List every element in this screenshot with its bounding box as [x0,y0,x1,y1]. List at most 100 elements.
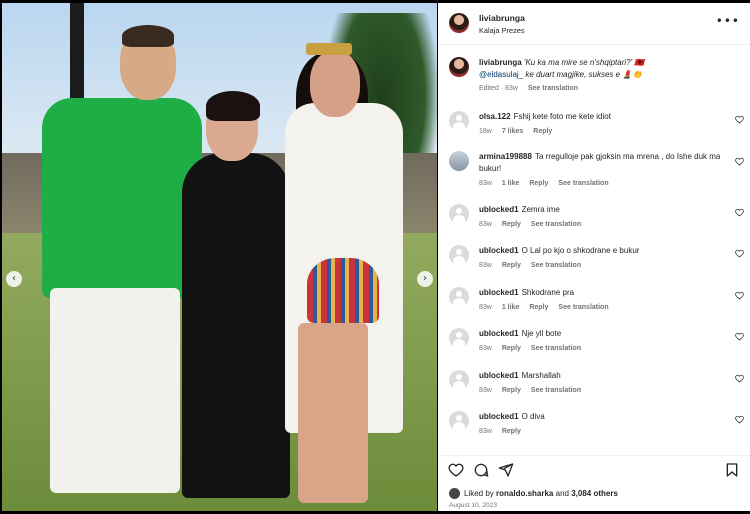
person-bride-legs [298,323,368,503]
comment-avatar[interactable] [449,245,469,265]
comment-likes[interactable]: 1 like [502,304,520,311]
more-horizontal-icon[interactable]: ••• [716,14,740,28]
comment-username[interactable]: ublocked1 [479,246,519,255]
comment-reply[interactable]: Reply [529,180,548,187]
comment-body: O diva [521,412,545,421]
comment-see-translation[interactable]: See translation [558,304,608,311]
comment-username[interactable]: ublocked1 [479,205,519,214]
caption-text: liviabrunga 'Ku ka ma mire se n'shqiptar… [479,57,741,81]
comment-meta: 83w Reply See translation [479,387,591,394]
comment-meta: 83w 1 like Reply See translation [479,304,619,311]
comment-text: olsa.122 Fshij kete foto me kete idiot [479,111,727,123]
comment-see-translation[interactable]: See translation [558,180,608,187]
comment-body: Shkodrane pra [521,288,575,297]
author-username[interactable]: liviabrunga [479,13,525,23]
comment-item: ublocked1 O Lal po kjo o shkodrane e buku… [438,241,750,281]
comment-heart-icon[interactable] [735,115,744,124]
caption-username[interactable]: liviabrunga [479,58,522,67]
comment-icon[interactable] [473,462,489,478]
comment-heart-icon[interactable] [735,332,744,341]
comment-avatar[interactable] [449,328,469,348]
comment-item: olsa.122 Fshij kete foto me kete idiot 18… [438,107,750,147]
comment-see-translation[interactable]: See translation [531,262,581,269]
comment-see-translation[interactable]: See translation [531,387,581,394]
liked-by-prefix: Liked by [464,489,494,498]
comment-avatar[interactable] [449,151,469,171]
instagram-post-window: ‹ › liviabrunga Kalaja Prezes ••• liviab… [0,0,750,514]
comment-username[interactable]: ublocked1 [479,288,519,297]
post-side-panel: liviabrunga Kalaja Prezes ••• liviabrung… [438,3,750,511]
comment-avatar[interactable] [449,287,469,307]
comment-body: O Lal po kjo o shkodrane e bukur [521,246,640,255]
comment-avatar[interactable] [449,111,469,131]
comment-text: ublocked1 O Lal po kjo o shkodrane e buku… [479,245,727,257]
comment-avatar[interactable] [449,370,469,390]
person-woman-black-dress [182,153,290,498]
comments-list[interactable]: olsa.122 Fshij kete foto me kete idiot 18… [438,103,750,448]
comment-username[interactable]: olsa.122 [479,112,511,121]
comment-item: ublocked1 Marshallah 83w Reply See translat… [438,366,750,406]
bookmark-icon[interactable] [724,462,740,478]
comment-item: armina199888 Ta rregulloje pak gjoksin ma… [438,147,750,187]
heart-icon[interactable] [448,462,464,478]
chevron-right-icon[interactable]: › [417,271,433,287]
post-location[interactable]: Kalaja Prezes [479,26,525,35]
comment-time: 83w [479,428,492,435]
liked-by-user[interactable]: ronaldo.sharka [496,489,553,498]
comment-text: ublocked1 Marshallah [479,370,727,382]
chevron-left-icon[interactable]: ‹ [6,271,22,287]
comment-heart-icon[interactable] [735,291,744,300]
caption-avatar[interactable] [449,57,469,77]
comment-see-translation[interactable]: See translation [531,345,581,352]
post-actions-bar: Liked by ronaldo.sharka and 3,084 others… [438,455,750,511]
person-bride-head [310,51,360,117]
comment-username[interactable]: ublocked1 [479,329,519,338]
caption-see-translation[interactable]: See translation [528,85,578,92]
liked-by-avatar[interactable] [449,488,460,499]
post-photo[interactable]: ‹ › [2,3,437,511]
comment-meta: 18w 7 likes Reply [479,128,562,135]
comment-avatar[interactable] [449,204,469,224]
comment-time: 18w [479,128,492,135]
comment-heart-icon[interactable] [735,208,744,217]
caption-rest: ke duart magjike, sukses e 💄👏 [525,70,643,79]
comment-reply[interactable]: Reply [502,345,521,352]
comment-heart-icon[interactable] [735,415,744,424]
comment-body: Zemra ime [521,205,560,214]
comment-username[interactable]: ublocked1 [479,371,519,380]
comment-reply[interactable]: Reply [529,304,548,311]
comment-body: Fshij kete foto me kete idiot [513,112,611,121]
photo-lamp-post [70,3,84,113]
person-woman-hair [206,91,260,121]
post-caption: liviabrunga 'Ku ka ma mire se n'shqiptar… [438,51,750,101]
comment-username[interactable]: ublocked1 [479,412,519,421]
comment-reply[interactable]: Reply [533,128,552,135]
caption-edited: Edited · 83w [479,85,518,92]
comment-heart-icon[interactable] [735,249,744,258]
comment-likes[interactable]: 1 like [502,180,520,187]
comment-meta: 83w Reply See translation [479,345,591,352]
liked-by-text[interactable]: Liked by ronaldo.sharka and 3,084 others [464,489,618,498]
caption-mention[interactable]: @eldasulaj_ [479,70,523,79]
comment-reply[interactable]: Reply [502,428,521,435]
comment-reply[interactable]: Reply [502,387,521,394]
comment-heart-icon[interactable] [735,374,744,383]
comment-reply[interactable]: Reply [502,221,521,228]
comment-time: 83w [479,262,492,269]
comment-text: ublocked1 Shkodrane pra [479,287,727,299]
comment-username[interactable]: armina199888 [479,152,532,161]
post-date: August 10, 2023 [449,502,498,509]
comment-body: Marshallah [521,371,561,380]
author-avatar[interactable] [449,13,469,33]
comment-meta: 83w Reply See translation [479,221,591,228]
liked-by-and: and [555,489,569,498]
comment-likes[interactable]: 7 likes [502,128,523,135]
liked-by-count[interactable]: 3,084 others [571,489,618,498]
person-bride-crown [306,43,352,55]
comment-reply[interactable]: Reply [502,262,521,269]
comment-see-translation[interactable]: See translation [531,221,581,228]
comment-avatar[interactable] [449,411,469,431]
share-icon[interactable] [498,462,514,478]
comment-heart-icon[interactable] [735,157,744,166]
caption-meta: Edited · 83w See translation [479,85,586,92]
